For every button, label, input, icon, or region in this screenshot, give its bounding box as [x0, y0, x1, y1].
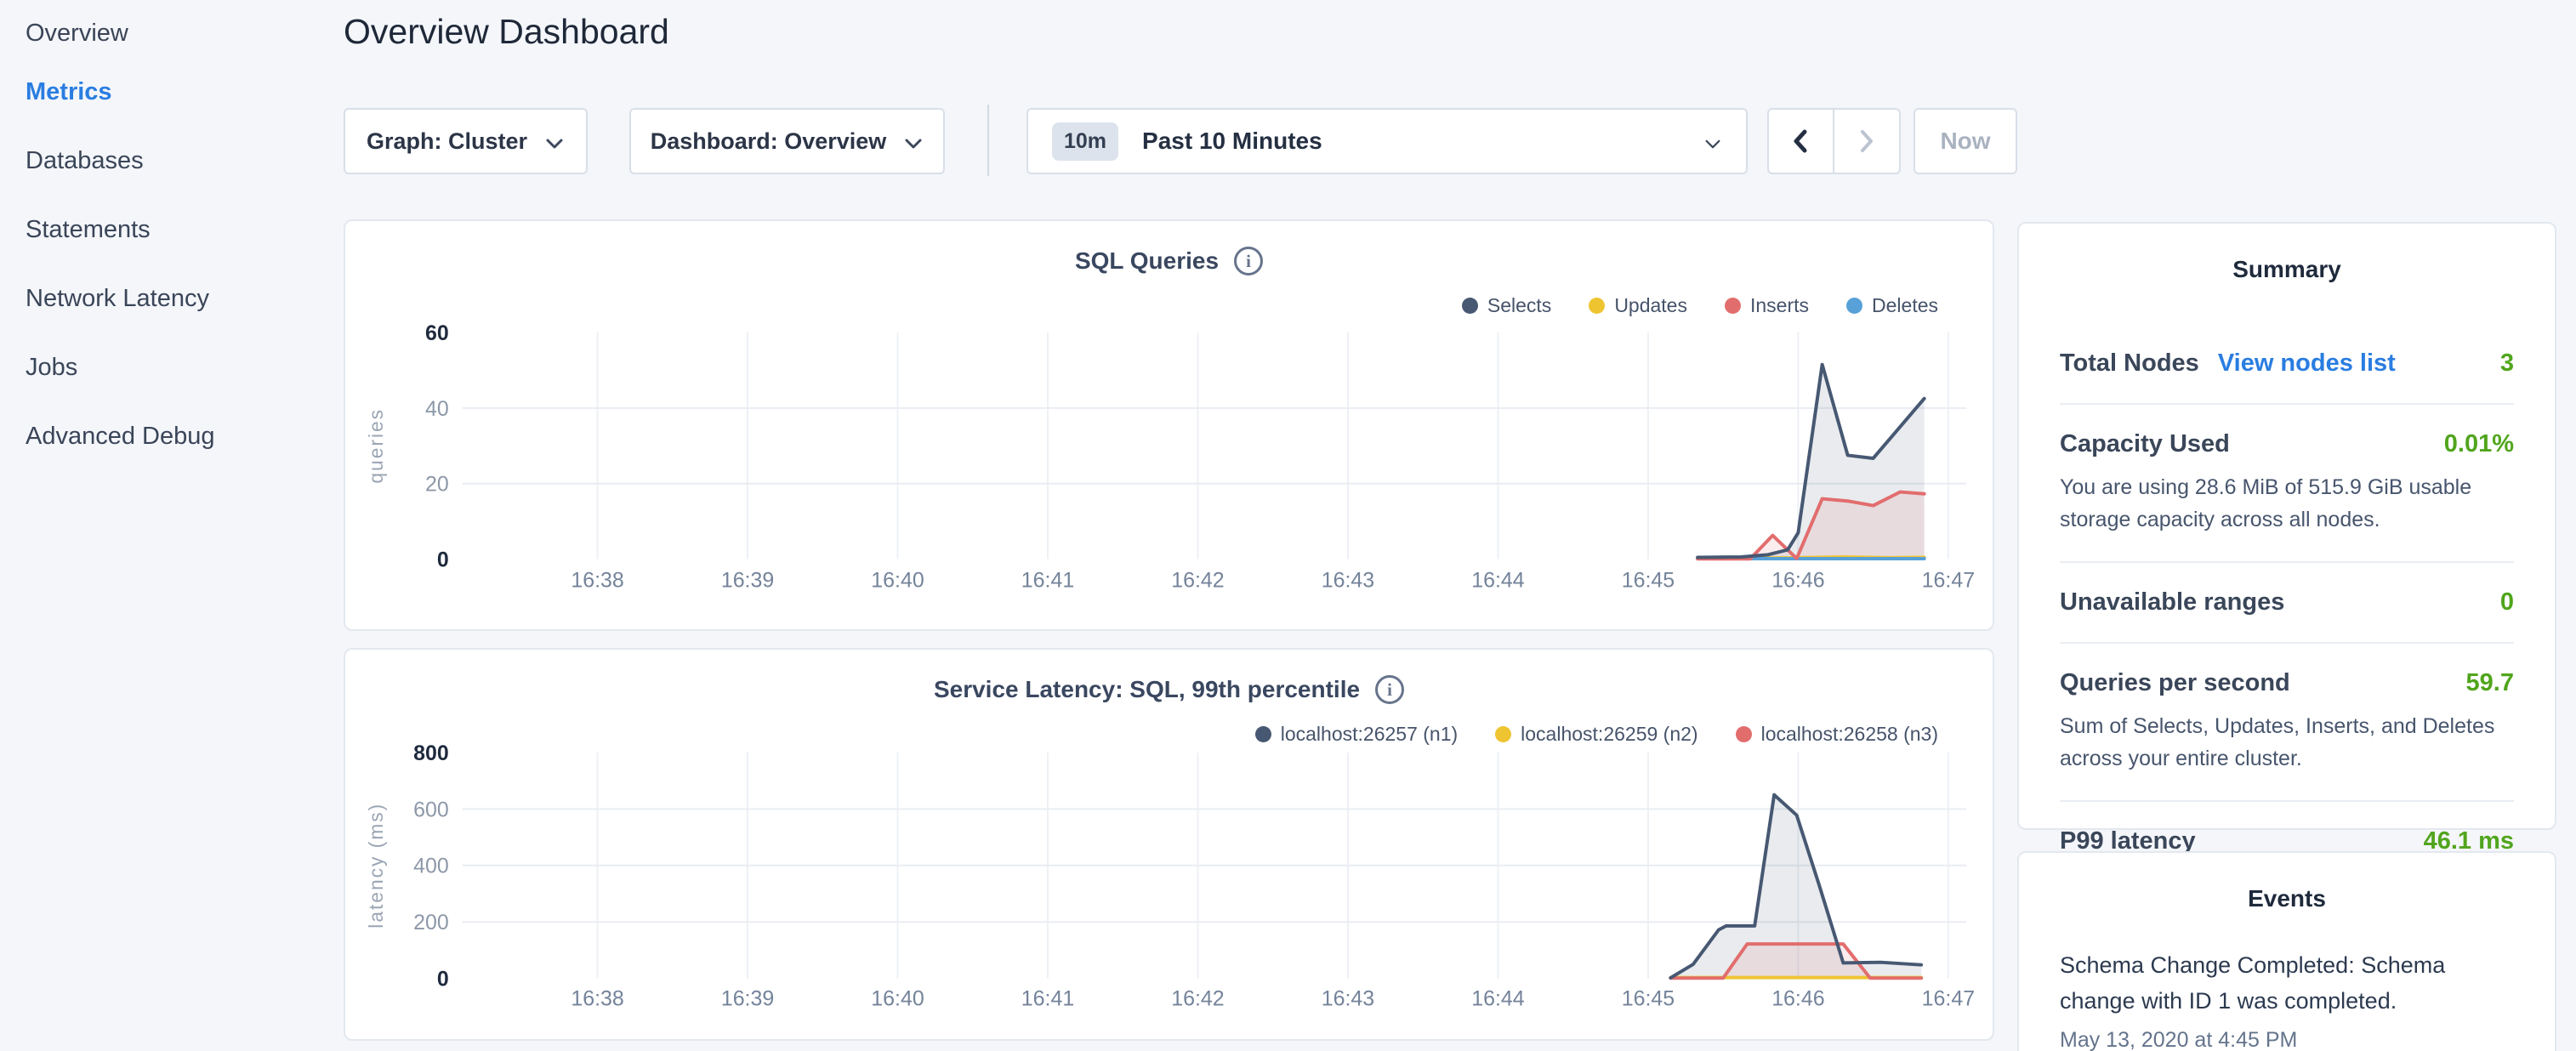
summary-row-unavailable-ranges: Unavailable ranges 0	[2060, 563, 2514, 644]
service-latency-chart-card: Service Latency: SQL, 99th percentile i …	[344, 648, 1994, 1041]
summary-row-value: 3	[2500, 349, 2514, 378]
view-nodes-list-link[interactable]: View nodes list	[2218, 349, 2396, 378]
sidebar-item-databases[interactable]: Databases	[26, 127, 344, 196]
summary-row-capacity-used: Capacity Used 0.01% You are using 28.6 M…	[2060, 405, 2514, 563]
main-content: Overview Dashboard Graph: Cluster Dashbo…	[344, 0, 1994, 1051]
summary-row-total-nodes: Total Nodes View nodes list 3	[2060, 324, 2514, 405]
event-timestamp: May 13, 2020 at 4:45 PM	[2060, 1028, 2514, 1051]
dashboard-selector-label: Dashboard: Overview	[651, 128, 887, 155]
time-next-button[interactable]	[1834, 110, 1900, 173]
svg-text:16:39: 16:39	[721, 986, 774, 1010]
svg-text:16:42: 16:42	[1171, 986, 1224, 1010]
summary-row-label: Capacity Used	[2060, 430, 2230, 458]
svg-text:16:40: 16:40	[871, 568, 924, 592]
dashboard-selector-dropdown[interactable]: Dashboard: Overview	[629, 108, 945, 174]
controls-divider	[987, 105, 989, 176]
svg-text:0: 0	[437, 968, 449, 991]
chevron-right-icon	[1857, 128, 1876, 154]
svg-text:16:40: 16:40	[871, 986, 924, 1010]
svg-text:400: 400	[413, 855, 449, 878]
svg-text:16:46: 16:46	[1771, 986, 1824, 1010]
now-button[interactable]: Now	[1914, 108, 2017, 174]
sql-queries-chart-card: SQL Queries i Selects Updates Inserts De…	[344, 219, 1994, 631]
summary-row-description: You are using 28.6 MiB of 515.9 GiB usab…	[2060, 472, 2514, 536]
chevron-left-icon	[1791, 128, 1810, 154]
page-title: Overview Dashboard	[344, 12, 669, 52]
svg-text:16:46: 16:46	[1771, 568, 1824, 592]
svg-text:16:41: 16:41	[1021, 568, 1074, 592]
summary-row-label: Unavailable ranges	[2060, 588, 2284, 616]
svg-text:200: 200	[413, 911, 449, 935]
graph-scope-dropdown[interactable]: Graph: Cluster	[344, 108, 588, 174]
event-list-item: Schema Change Completed: Schema change w…	[2060, 948, 2514, 1051]
summary-row-value: 0	[2500, 588, 2514, 616]
chevron-down-icon	[903, 130, 924, 156]
svg-text:16:47: 16:47	[1922, 568, 1975, 592]
time-window-dropdown[interactable]: 10m Past 10 Minutes	[1026, 108, 1748, 174]
svg-text:16:42: 16:42	[1171, 568, 1224, 592]
sidebar-item-statements[interactable]: Statements	[26, 196, 344, 264]
metrics-overview-page: Overview Metrics Databases Statements Ne…	[0, 0, 2576, 1051]
summary-row-label: Queries per second	[2060, 669, 2290, 697]
svg-text:60: 60	[425, 321, 449, 345]
summary-row-queries-per-second: Queries per second 59.7 Sum of Selects, …	[2060, 644, 2514, 802]
svg-text:16:45: 16:45	[1622, 568, 1675, 592]
time-window-badge: 10m	[1052, 122, 1118, 161]
svg-text:16:43: 16:43	[1322, 986, 1374, 1010]
svg-text:16:45: 16:45	[1622, 986, 1675, 1010]
summary-title: Summary	[2060, 256, 2514, 283]
svg-text:800: 800	[413, 741, 449, 765]
time-window-label: Past 10 Minutes	[1142, 128, 1703, 155]
svg-text:20: 20	[425, 473, 449, 497]
time-pager	[1767, 108, 1901, 174]
sidebar: Overview Metrics Databases Statements Ne…	[0, 0, 344, 471]
svg-text:16:47: 16:47	[1922, 986, 1975, 1010]
svg-text:16:43: 16:43	[1322, 568, 1374, 592]
svg-text:40: 40	[425, 397, 449, 421]
summary-row-value: 59.7	[2466, 669, 2514, 697]
chevron-down-icon	[1703, 130, 1722, 156]
sidebar-item-advanced-debug[interactable]: Advanced Debug	[26, 402, 344, 471]
event-message: Schema Change Completed: Schema change w…	[2060, 948, 2514, 1020]
svg-text:16:41: 16:41	[1021, 986, 1074, 1010]
dashboard-controls: Graph: Cluster Dashboard: Overview 10m P…	[344, 108, 2044, 174]
svg-text:600: 600	[413, 798, 449, 821]
sql-queries-chart-plot[interactable]: 16:38 16:39 16:40 16:41 16:42 16:43 16:44 16:45…	[345, 221, 1993, 629]
sidebar-item-network-latency[interactable]: Network Latency	[26, 264, 344, 333]
svg-text:16:39: 16:39	[721, 568, 774, 592]
sidebar-item-overview[interactable]: Overview	[26, 9, 344, 58]
svg-text:0: 0	[437, 548, 449, 572]
graph-scope-label: Graph: Cluster	[367, 128, 527, 155]
summary-row-value: 0.01%	[2444, 430, 2514, 458]
events-panel: Events Schema Change Completed: Schema c…	[2017, 851, 2556, 1051]
summary-row-label: Total Nodes	[2060, 349, 2199, 378]
svg-text:16:38: 16:38	[571, 986, 623, 1010]
summary-row-description: Sum of Selects, Updates, Inserts, and De…	[2060, 711, 2514, 775]
chevron-down-icon	[544, 130, 565, 156]
svg-text:16:44: 16:44	[1471, 568, 1525, 592]
svg-text:16:44: 16:44	[1471, 986, 1525, 1010]
svg-text:queries: queries	[365, 408, 387, 484]
svg-text:latency (ms): latency (ms)	[365, 803, 387, 929]
summary-panel: Summary Total Nodes View nodes list 3 Ca…	[2017, 222, 2556, 830]
sidebar-item-metrics[interactable]: Metrics	[26, 58, 344, 127]
svg-text:16:38: 16:38	[571, 568, 623, 592]
events-title: Events	[2060, 885, 2514, 912]
sidebar-item-jobs[interactable]: Jobs	[26, 333, 344, 402]
time-prev-button[interactable]	[1769, 110, 1834, 173]
service-latency-chart-plot[interactable]: 16:38 16:39 16:40 16:41 16:42 16:43 16:44 16:45…	[345, 650, 1993, 1039]
